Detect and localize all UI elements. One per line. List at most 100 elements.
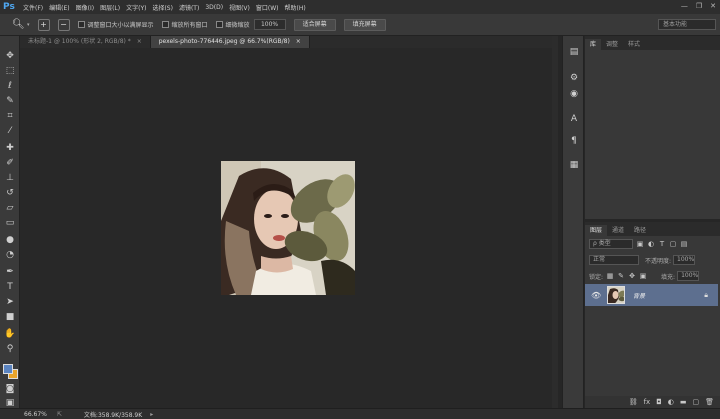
- close-button[interactable]: ✕: [710, 2, 716, 10]
- menu-window[interactable]: 窗口(W): [256, 3, 279, 12]
- color-panel-icon[interactable]: ◉: [568, 88, 580, 100]
- scrubby-zoom-checkbox[interactable]: 细微缩放: [215, 20, 250, 29]
- marquee-icon[interactable]: ⬚: [4, 65, 16, 77]
- status-menu-arrow-icon[interactable]: ▸: [150, 411, 153, 418]
- panel-icon-strip: ▤ ⚙ ◉ A ¶ ▦: [562, 36, 584, 408]
- shape-icon[interactable]: ■: [4, 311, 16, 323]
- color-swatches[interactable]: [3, 362, 19, 380]
- lock-all-icon[interactable]: ▣: [639, 272, 647, 280]
- gradient-icon[interactable]: ▭: [4, 217, 16, 229]
- blend-mode-select[interactable]: 正常: [589, 255, 639, 265]
- menu-file[interactable]: 文件(F): [23, 3, 43, 12]
- menu-help[interactable]: 帮助(H): [285, 3, 306, 12]
- zoom-icon[interactable]: 🔍︎: [12, 18, 26, 32]
- quick-select-icon[interactable]: ✎: [4, 95, 16, 107]
- resize-windows-checkbox[interactable]: 调整窗口大小以满屏显示: [77, 20, 154, 29]
- minimize-button[interactable]: —: [681, 2, 688, 10]
- menu-bar: Ps 文件(F) 编辑(E) 图像(I) 图层(L) 文字(Y) 选择(S) 滤…: [0, 0, 720, 14]
- tab-libraries[interactable]: 库: [585, 39, 602, 50]
- close-icon[interactable]: ×: [137, 38, 142, 45]
- tab-paths[interactable]: 路径: [629, 225, 651, 236]
- stamp-icon[interactable]: ⊥: [4, 172, 16, 184]
- brush-icon[interactable]: ✐: [4, 157, 16, 169]
- lock-position-icon[interactable]: ✥: [628, 272, 636, 280]
- group-icon[interactable]: ▬: [680, 398, 687, 406]
- blur-icon[interactable]: ●: [4, 234, 16, 246]
- adjustment-layer-icon[interactable]: ◐: [668, 398, 674, 406]
- opacity-field[interactable]: 100%: [673, 255, 696, 265]
- layer-mask-icon[interactable]: ◘: [656, 398, 662, 406]
- menu-image[interactable]: 图像(I): [76, 3, 94, 12]
- quick-mask-icon[interactable]: ◙: [4, 383, 16, 395]
- tab-pexels-photo[interactable]: pexels-photo-776446.jpeg @ 66.7%(RGB/8) …: [150, 36, 310, 48]
- healing-icon[interactable]: ✚: [4, 142, 16, 154]
- dodge-icon[interactable]: ◔: [4, 249, 16, 261]
- zoom-level[interactable]: 66.67%: [24, 411, 47, 418]
- fill-field[interactable]: 100%: [677, 271, 700, 281]
- tool-preset-arrow-icon[interactable]: ▾: [27, 22, 30, 28]
- layers-footer: ⛓ fx ◘ ◐ ▬ ▢ 🗑︎: [585, 396, 720, 408]
- zoom-all-windows-checkbox[interactable]: 缩放所有窗口: [161, 20, 208, 29]
- history-panel-icon[interactable]: ▤: [568, 46, 580, 58]
- fill-screen-button[interactable]: 填充屏幕: [343, 18, 386, 31]
- new-layer-icon[interactable]: ▢: [692, 398, 699, 406]
- thumbnail-image: [608, 287, 624, 303]
- pen-icon[interactable]: ✒: [4, 266, 16, 278]
- eyedropper-icon[interactable]: ⁄: [4, 125, 16, 137]
- swatches-panel-icon[interactable]: ▦: [568, 159, 580, 171]
- type-icon[interactable]: T: [4, 281, 16, 293]
- zoom-in-icon[interactable]: +: [37, 18, 50, 31]
- foreground-color-swatch[interactable]: [3, 364, 13, 374]
- tab-untitled[interactable]: 未标题-1 @ 100% (形状 2, RGB/8) * ×: [20, 36, 151, 48]
- menu-layer[interactable]: 图层(L): [100, 3, 120, 12]
- layer-style-icon[interactable]: fx: [644, 398, 651, 406]
- tab-styles[interactable]: 样式: [623, 39, 645, 50]
- eye-icon[interactable]: 👁︎: [591, 291, 603, 300]
- close-icon[interactable]: ×: [296, 38, 301, 45]
- checkbox-box[interactable]: [215, 21, 223, 28]
- zoom-out-icon[interactable]: −: [57, 18, 70, 31]
- restore-button[interactable]: ❐: [696, 2, 702, 10]
- zoom-percent-field[interactable]: 100%: [253, 19, 286, 30]
- workspace-select[interactable]: 基本功能: [658, 19, 716, 30]
- checkbox-box[interactable]: [161, 21, 169, 28]
- move-icon[interactable]: ✥: [4, 50, 16, 62]
- canvas-scrollbar[interactable]: [552, 36, 558, 408]
- path-select-icon[interactable]: ➤: [4, 296, 16, 308]
- type-filter-icon[interactable]: T: [658, 240, 666, 248]
- menu-select[interactable]: 选择(S): [152, 3, 173, 12]
- tab-adjustments[interactable]: 调整: [601, 39, 623, 50]
- tab-channels[interactable]: 通道: [607, 225, 629, 236]
- tab-layers[interactable]: 图层: [585, 225, 608, 236]
- history-brush-icon[interactable]: ↺: [4, 187, 16, 199]
- panel-tabs: 图层 通道 路径: [585, 222, 720, 236]
- menu-view[interactable]: 视图(V): [229, 3, 250, 12]
- trash-icon[interactable]: 🗑︎: [705, 398, 714, 406]
- character-panel-icon[interactable]: A: [568, 113, 580, 125]
- crop-icon[interactable]: ⌗: [4, 110, 16, 122]
- eraser-icon[interactable]: ▱: [4, 202, 16, 214]
- menu-edit[interactable]: 编辑(E): [49, 3, 69, 12]
- lasso-icon[interactable]: ℓ: [4, 80, 16, 92]
- properties-panel-icon[interactable]: ⚙: [568, 72, 580, 84]
- lock-transparent-icon[interactable]: ▦: [606, 272, 614, 280]
- menu-3d[interactable]: 3D(D): [205, 4, 223, 11]
- checkbox-box[interactable]: [77, 21, 85, 28]
- document-photo[interactable]: [221, 161, 355, 295]
- layer-row-background[interactable]: 👁︎ 背景 🔒︎: [585, 284, 718, 306]
- menu-type[interactable]: 文字(Y): [126, 3, 146, 12]
- smart-object-filter-icon[interactable]: ▤: [680, 240, 688, 248]
- layer-filter-select[interactable]: ρ 类型: [589, 239, 633, 249]
- menu-filter[interactable]: 滤镜(T): [179, 3, 199, 12]
- fit-screen-button[interactable]: 适合屏幕: [293, 18, 336, 31]
- export-icon[interactable]: ⇱: [57, 411, 62, 418]
- hand-icon[interactable]: ✋: [4, 328, 16, 340]
- link-layers-icon[interactable]: ⛓: [629, 398, 638, 406]
- blend-row: 正常 不透明度: 100%: [589, 254, 696, 266]
- image-filter-icon[interactable]: ▣: [636, 240, 644, 248]
- adjustment-filter-icon[interactable]: ◐: [647, 240, 655, 248]
- paragraph-panel-icon[interactable]: ¶: [568, 135, 580, 147]
- shape-filter-icon[interactable]: ▢: [669, 240, 677, 248]
- zoom-tool-icon[interactable]: ⚲: [4, 343, 16, 355]
- lock-image-icon[interactable]: ✎: [617, 272, 625, 280]
